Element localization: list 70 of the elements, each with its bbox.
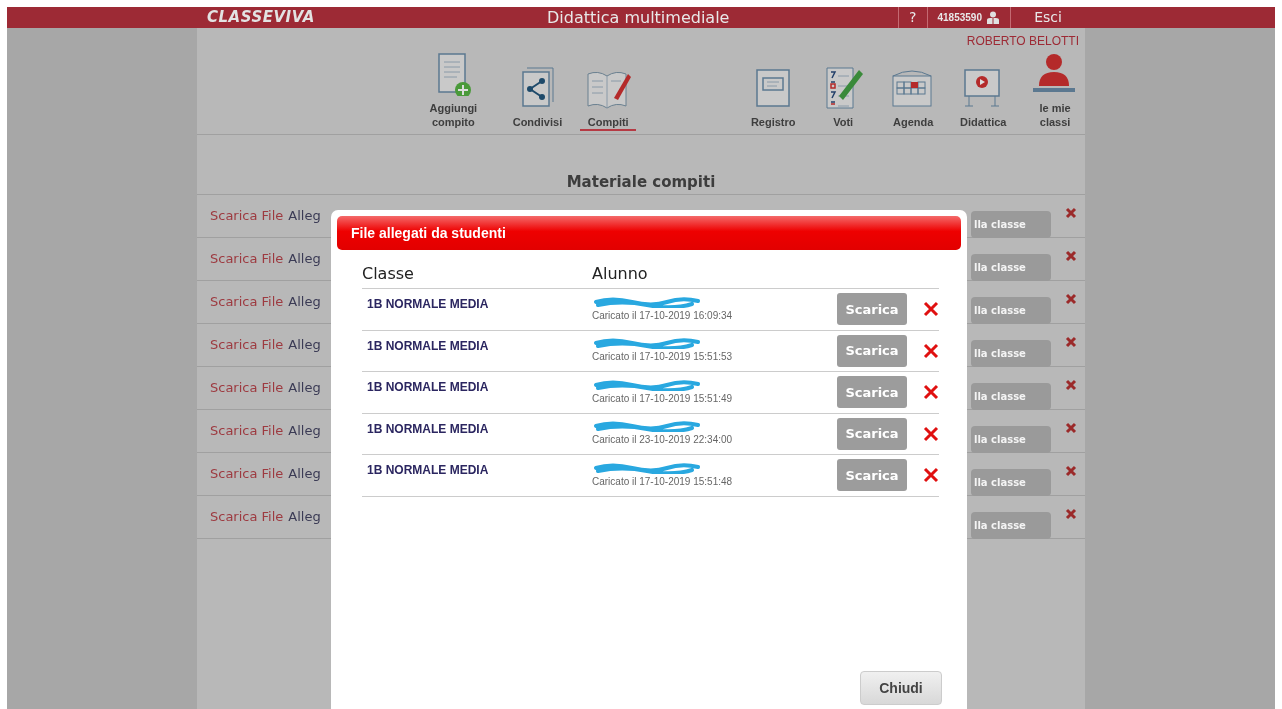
page-title: Didattica multimediale (546, 7, 731, 28)
class-cell-text: 1B NORMALE MEDIA (366, 337, 490, 355)
attach-text: Alleg (288, 207, 321, 226)
download-link[interactable]: Scarica File (197, 421, 284, 441)
download-link[interactable]: Scarica File (197, 249, 284, 269)
delete-icon[interactable] (1065, 207, 1077, 219)
class-button[interactable]: lla classe (971, 468, 1051, 496)
upload-date: Caricato il 17-10-2019 15:51:49 (592, 391, 734, 406)
delete-icon[interactable] (923, 425, 939, 442)
download-button[interactable]: Scarica (837, 376, 907, 409)
attach-text: Alleg (288, 379, 321, 398)
upload-date: Caricato il 17-10-2019 15:51:53 (592, 350, 734, 365)
class-button[interactable]: lla classe (971, 511, 1051, 539)
delete-icon[interactable] (1065, 422, 1077, 434)
delete-icon[interactable] (923, 384, 939, 401)
download-link[interactable]: Scarica File (197, 464, 284, 484)
download-button[interactable]: Scarica (837, 334, 907, 367)
class-button[interactable]: lla classe (971, 425, 1051, 453)
class-cell-text: 1B NORMALE MEDIA (366, 420, 490, 438)
class-button[interactable]: lla classe (971, 296, 1051, 324)
delete-icon[interactable] (1065, 336, 1077, 348)
class-button[interactable]: lla classe (971, 253, 1051, 281)
logo: CLASSEVIVA (206, 7, 316, 28)
download-button[interactable]: Scarica (837, 293, 907, 326)
upload-date: Caricato il 17-10-2019 15:51:48 (592, 474, 734, 489)
column-header: Alunno (592, 263, 648, 285)
download-link[interactable]: Scarica File (197, 378, 284, 398)
download-link[interactable]: Scarica File (197, 335, 284, 355)
delete-icon[interactable] (1065, 293, 1077, 305)
toolbar-button[interactable]: Registro (745, 66, 802, 131)
class-button[interactable]: lla classe (971, 339, 1051, 367)
user-name: ROBERTO BELOTTI (965, 33, 1080, 45)
user-code: 41853590 (937, 11, 982, 25)
attach-text: Alleg (288, 336, 321, 355)
download-link[interactable]: Scarica File (197, 292, 284, 312)
toolbar-button[interactable]: Aggiungi compito (412, 52, 495, 131)
attach-text: Alleg (288, 293, 321, 312)
delete-icon[interactable] (923, 467, 939, 484)
column-header: Classe (362, 263, 415, 285)
dialog-title: File allegati da studenti (337, 216, 961, 250)
close-button[interactable]: Chiudi (860, 671, 942, 705)
delete-icon[interactable] (923, 342, 939, 359)
download-button[interactable]: Scarica (837, 459, 907, 492)
toolbar-button[interactable]: Voti (815, 66, 872, 131)
class-cell-text: 1B NORMALE MEDIA (366, 379, 490, 397)
toolbar-button[interactable]: Condivisi (508, 66, 567, 131)
download-link[interactable]: Scarica File (197, 206, 284, 226)
class-cell-text: 1B NORMALE MEDIA (366, 462, 490, 480)
toolbar-button[interactable]: le mie classi (1025, 52, 1085, 131)
delete-icon[interactable] (1065, 465, 1077, 477)
attach-text: Alleg (288, 250, 321, 269)
attach-text: Alleg (288, 465, 321, 484)
section-title: Materiale compiti (197, 135, 1085, 195)
download-button[interactable]: Scarica (837, 417, 907, 450)
delete-icon[interactable] (923, 301, 939, 318)
class-button[interactable]: lla classe (971, 210, 1051, 238)
download-link[interactable]: Scarica File (197, 507, 284, 527)
class-button[interactable]: lla classe (971, 382, 1051, 410)
upload-date: Caricato il 17-10-2019 16:09:34 (592, 308, 734, 323)
delete-icon[interactable] (1065, 508, 1077, 520)
upload-date: Caricato il 23-10-2019 22:34:00 (592, 433, 734, 448)
delete-icon[interactable] (1065, 250, 1077, 262)
toolbar-button[interactable]: Compiti (580, 66, 637, 131)
toolbar-button[interactable]: Didattica (955, 66, 1012, 131)
class-cell-text: 1B NORMALE MEDIA (366, 296, 490, 314)
delete-icon[interactable] (1065, 379, 1077, 391)
toolbar-button[interactable]: Agenda (885, 66, 942, 131)
attach-text: Alleg (288, 508, 321, 527)
attach-text: Alleg (288, 422, 321, 441)
person-icon (986, 11, 1000, 24)
